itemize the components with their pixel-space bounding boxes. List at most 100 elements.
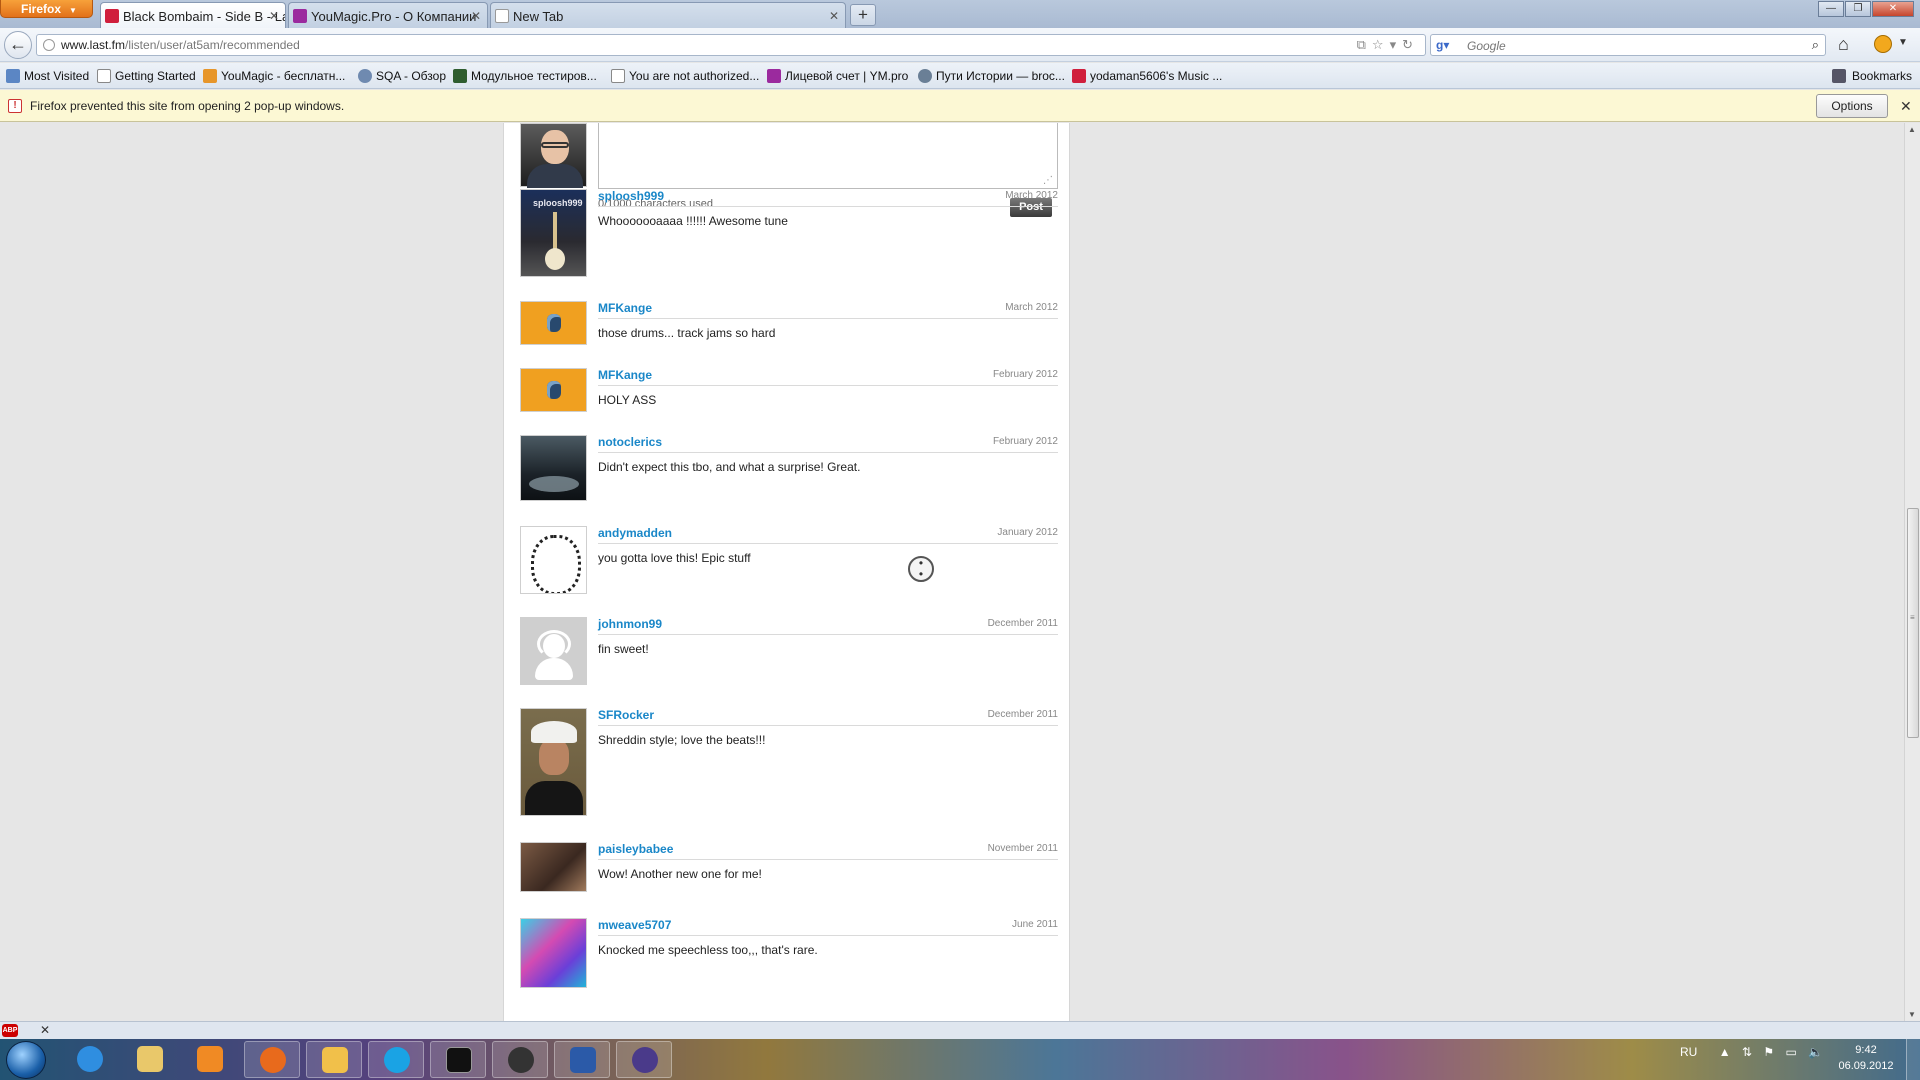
- user-avatar[interactable]: [520, 918, 587, 988]
- bookmark-item[interactable]: Getting Started: [97, 69, 196, 83]
- system-tray: RU ▲ ⇅ ⚑ ▭ 🔈: [1680, 1045, 1823, 1059]
- taskbar-word[interactable]: [554, 1041, 610, 1078]
- clock-date: 06.09.2012: [1838, 1060, 1894, 1072]
- network-icon[interactable]: ⇅: [1742, 1045, 1752, 1059]
- guitar-neck: [553, 212, 557, 252]
- taskbar-github[interactable]: [492, 1041, 548, 1078]
- bookmark-label: Лицевой счет | YM.pro: [785, 69, 909, 83]
- history-dropdown-icon[interactable]: ▾: [1390, 37, 1403, 52]
- media-player-icon: [197, 1046, 223, 1072]
- maximize-button[interactable]: ❐: [1845, 1, 1871, 17]
- bookmark-item[interactable]: yodaman5606's Music ...: [1072, 69, 1222, 83]
- taskbar-skype[interactable]: [368, 1041, 424, 1078]
- taskbar-ie[interactable]: [62, 1041, 118, 1078]
- bookmark-label: Most Visited: [24, 69, 90, 83]
- show-hidden-icons-icon[interactable]: ▲: [1719, 1045, 1731, 1059]
- start-button[interactable]: [6, 1041, 46, 1079]
- user-avatar[interactable]: [520, 435, 587, 501]
- resize-grip-icon[interactable]: ⋰: [1043, 175, 1053, 186]
- close-icon[interactable]: ✕: [269, 9, 279, 23]
- username-link[interactable]: MFKange: [598, 368, 652, 382]
- close-icon[interactable]: ✕: [829, 9, 839, 23]
- user-avatar[interactable]: [520, 617, 587, 685]
- username-link[interactable]: johnmon99: [598, 617, 662, 631]
- taskbar-media-player[interactable]: [182, 1041, 238, 1078]
- bookmarks-menu-button[interactable]: Bookmarks: [1831, 69, 1912, 83]
- bookmark-item[interactable]: Лицевой счет | YM.pro: [767, 69, 908, 83]
- bookmarks-menu-label: Bookmarks: [1851, 69, 1912, 83]
- bookmark-item[interactable]: SQA - Обзор: [358, 69, 446, 83]
- bookmark-item[interactable]: Most Visited: [6, 69, 89, 83]
- close-icon[interactable]: ✕: [471, 9, 481, 23]
- firefox-menu-button[interactable]: Firefox ▼: [0, 0, 93, 18]
- minimize-button[interactable]: —: [1818, 1, 1844, 17]
- bookmark-item[interactable]: You are not authorized...: [611, 69, 759, 83]
- taskbar-cmd[interactable]: [430, 1041, 486, 1078]
- bookmark-item[interactable]: Пути Истории — broc...: [918, 69, 1065, 83]
- feed-icon[interactable]: ⧉: [1357, 37, 1372, 52]
- address-bar[interactable]: www.last.fm/listen/user/at5am/recommende…: [36, 34, 1426, 56]
- user-avatar[interactable]: [520, 708, 587, 816]
- username-link[interactable]: andymadden: [598, 526, 672, 540]
- username-link[interactable]: notoclerics: [598, 435, 662, 449]
- scroll-down-icon[interactable]: ▼: [1908, 1010, 1916, 1019]
- notification-message: Firefox prevented this site from opening…: [30, 99, 345, 113]
- home-icon[interactable]: ⌂: [1838, 34, 1849, 55]
- bookmark-star-icon[interactable]: ☆: [1372, 37, 1390, 52]
- shout-date: February 2012: [992, 436, 1058, 447]
- tab-title: New Tab: [513, 9, 564, 24]
- taskbar-firefox[interactable]: [244, 1041, 300, 1078]
- google-icon[interactable]: g▾: [1436, 38, 1449, 52]
- avatar-hat: [531, 721, 577, 743]
- bookmark-item[interactable]: Модульное тестиров...: [453, 69, 597, 83]
- username-link[interactable]: sploosh999: [598, 189, 664, 203]
- user-avatar[interactable]: [520, 842, 587, 892]
- user-avatar[interactable]: [520, 368, 587, 412]
- volume-icon[interactable]: 🔈: [1808, 1045, 1823, 1059]
- tab-youmagic[interactable]: YouMagic.Pro - О Компании ✕: [288, 2, 488, 28]
- tab-lastfm[interactable]: Black Bombaim - Side B - Last.fm ✕: [100, 2, 286, 28]
- addon-icon[interactable]: [1874, 35, 1892, 53]
- bookmark-label: You are not authorized...: [629, 69, 760, 83]
- scroll-up-icon[interactable]: ▲: [1908, 125, 1916, 134]
- close-icon[interactable]: ✕: [40, 1023, 50, 1037]
- monitor-icon[interactable]: ▭: [1785, 1045, 1796, 1059]
- flag-icon[interactable]: ⚑: [1763, 1045, 1774, 1059]
- user-avatar[interactable]: [520, 526, 587, 594]
- user-avatar[interactable]: [520, 301, 587, 345]
- current-user-avatar[interactable]: [520, 123, 587, 188]
- avatar-shirt: [527, 164, 583, 188]
- close-window-button[interactable]: ✕: [1872, 1, 1914, 17]
- chevron-down-icon[interactable]: ▼: [1898, 37, 1908, 48]
- search-icon[interactable]: ⌕: [1812, 37, 1819, 53]
- skype-icon: [384, 1047, 410, 1073]
- shout-text: HOLY ASS: [598, 393, 657, 407]
- username-link[interactable]: SFRocker: [598, 708, 654, 722]
- bookmarks-toolbar: Most Visited Getting Started YouMagic - …: [0, 63, 1920, 89]
- username-link[interactable]: MFKange: [598, 301, 652, 315]
- close-icon[interactable]: ✕: [1900, 98, 1912, 115]
- scrollbar-thumb[interactable]: ≡: [1907, 508, 1919, 738]
- clock[interactable]: 9:42 06.09.2012: [1836, 1042, 1896, 1074]
- back-button[interactable]: ←: [4, 31, 32, 59]
- taskbar-eclipse[interactable]: [616, 1041, 672, 1078]
- clock-time: 9:42: [1855, 1044, 1877, 1056]
- taskbar-mail[interactable]: [306, 1041, 362, 1078]
- tab-new[interactable]: New Tab ✕: [490, 2, 846, 28]
- show-desktop-button[interactable]: [1906, 1039, 1920, 1080]
- shout-textarea[interactable]: ⋰: [598, 123, 1058, 189]
- adblock-icon[interactable]: ABP: [2, 1024, 18, 1037]
- windows-taskbar: RU ▲ ⇅ ⚑ ▭ 🔈 9:42 06.09.2012: [0, 1039, 1920, 1080]
- new-tab-button[interactable]: +: [850, 4, 876, 26]
- taskbar-explorer[interactable]: [122, 1041, 178, 1078]
- language-indicator[interactable]: RU: [1680, 1045, 1697, 1059]
- search-bar[interactable]: g▾ Google ⌕: [1430, 34, 1826, 56]
- username-link[interactable]: paisleybabee: [598, 842, 673, 856]
- options-button[interactable]: Options: [1816, 94, 1888, 118]
- username-link[interactable]: mweave5707: [598, 918, 671, 932]
- page-scrollbar[interactable]: ▲ ≡ ▼: [1904, 123, 1920, 1021]
- user-avatar[interactable]: sploosh999: [520, 189, 587, 277]
- reload-icon[interactable]: ↻: [1402, 37, 1419, 52]
- bookmark-item[interactable]: YouMagic - бесплатн...: [203, 69, 345, 83]
- divider: [598, 543, 1058, 544]
